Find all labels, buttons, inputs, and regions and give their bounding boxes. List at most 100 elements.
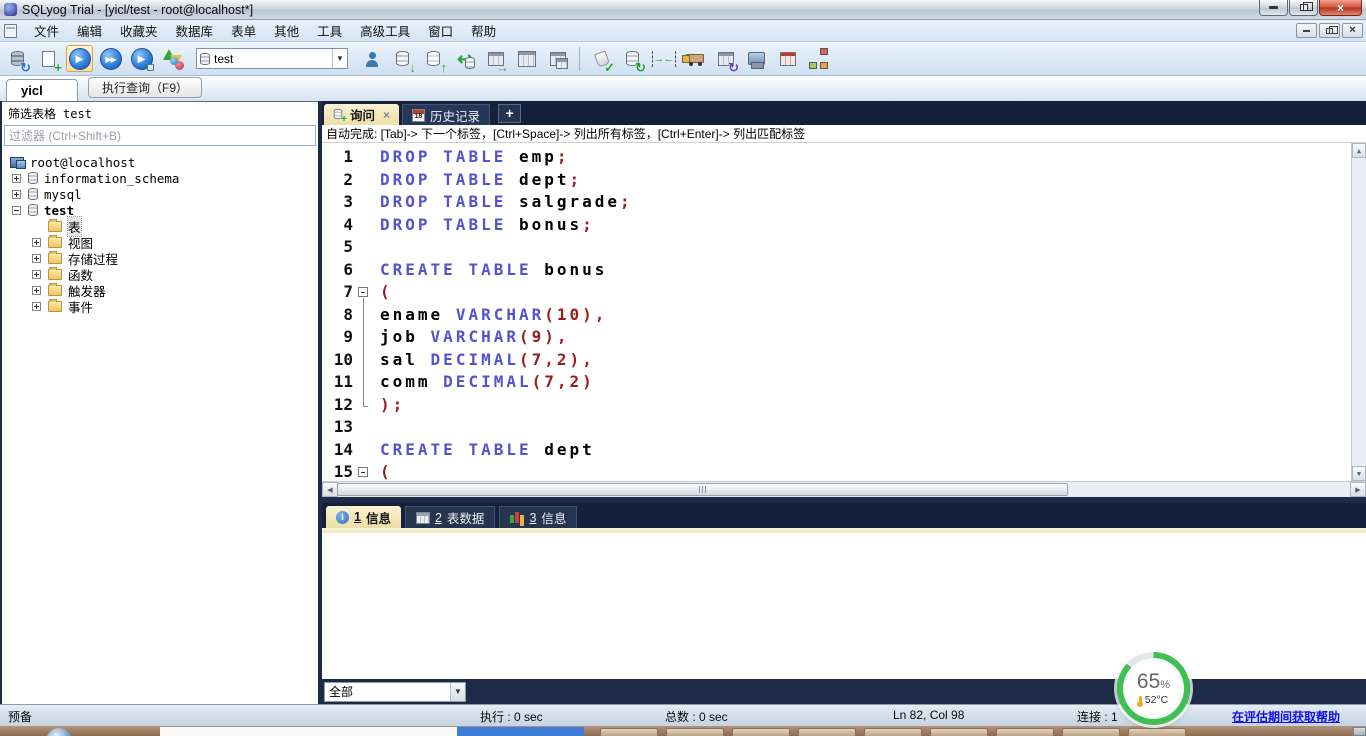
tab-history[interactable]: 18 历史记录 [402,104,491,125]
job-manager-icon[interactable] [743,45,770,72]
taskbar[interactable] [0,726,1366,736]
code-line[interactable]: CREATE TABLE bonus [380,259,1366,282]
import-data-icon[interactable]: ↓ [389,45,416,74]
tree-label[interactable]: root@localhost [30,155,135,170]
execute-current-icon[interactable]: ▶ [128,45,155,72]
taskbar-button[interactable] [798,728,856,736]
scroll-up-icon[interactable]: ▲ [1352,143,1366,158]
scroll-left-icon[interactable]: ◀ [322,482,338,497]
tree-expander[interactable] [12,173,21,183]
menu-item[interactable]: 编辑 [68,19,111,42]
chevron-down-icon[interactable]: ▼ [450,682,465,701]
result-tab-2[interactable]: 2 表数据 [404,506,496,528]
close-tab-icon[interactable]: × [383,108,390,122]
chevron-down-icon[interactable]: ▼ [332,49,347,68]
menu-item[interactable]: 工具 [308,19,351,42]
database-selector[interactable]: test ▼ [196,48,348,69]
taskbar-button[interactable] [732,728,790,736]
data-grid-icon[interactable] [513,45,540,72]
user-manager-icon[interactable] [358,45,385,72]
tree-label[interactable]: information_schema [44,171,179,186]
menu-item[interactable]: 数据库 [167,19,223,42]
code-line[interactable]: DROP TABLE emp; [380,146,1366,169]
result-tab-3[interactable]: 3 信息 [499,506,578,528]
mdi-close-button[interactable]: × [1342,23,1363,38]
editor-horizontal-scrollbar[interactable]: ◀ ▶ [322,481,1366,497]
close-button[interactable]: × [1319,0,1362,16]
tree-expander[interactable] [32,253,41,263]
menu-item[interactable]: 帮助 [462,19,505,42]
mdi-restore-button[interactable] [1319,23,1340,38]
tree-expander[interactable] [12,189,21,199]
code-line[interactable]: ( [380,461,1366,481]
tree-row[interactable]: 视图 [2,234,318,251]
tree-row[interactable]: 触发器 [2,282,318,299]
scroll-down-icon[interactable]: ▼ [1352,466,1366,481]
execute-all-icon[interactable]: ▶▶ [97,45,124,72]
menu-item[interactable]: 窗口 [419,19,462,42]
query-builder-icon[interactable] [774,45,801,72]
code-line[interactable]: ename VARCHAR(10), [380,304,1366,327]
tree-label[interactable]: mysql [44,187,82,202]
minimize-button[interactable] [1259,0,1288,16]
code-line[interactable]: DROP TABLE bonus; [380,214,1366,237]
tree-expander[interactable] [32,237,41,247]
code-line[interactable]: comm DECIMAL(7,2) [380,371,1366,394]
tab-query[interactable]: + 询问 × [324,104,400,125]
code-line[interactable]: DROP TABLE dept; [380,169,1366,192]
scrollbar-thumb[interactable] [337,483,1068,496]
new-query-icon[interactable]: + [35,45,62,74]
code-line[interactable]: DROP TABLE salgrade; [380,191,1366,214]
scroll-right-icon[interactable]: ▶ [1350,482,1366,497]
refresh-database-icon[interactable]: ↻ [619,45,646,74]
tree-expander[interactable] [32,285,41,295]
format-sql-icon[interactable] [159,45,186,72]
taskbar-button[interactable] [864,728,922,736]
tree-expander[interactable] [32,301,41,311]
tree-row[interactable]: 存储过程 [2,250,318,267]
code-line[interactable]: sal DECIMAL(7,2), [380,349,1366,372]
taskbar-active-window[interactable] [160,727,457,736]
code-line[interactable]: ); [380,394,1366,417]
tree-label[interactable]: 事件 [68,297,93,316]
menu-item[interactable]: 表单 [222,19,265,42]
taskbar-selection[interactable] [457,727,584,736]
data-migration-icon[interactable] [681,45,708,72]
taskbar-button[interactable] [930,728,988,736]
tree-row[interactable]: test [2,202,318,218]
export-data-icon[interactable]: ↑ [420,45,447,74]
tree-row[interactable]: information_schema [2,170,318,186]
execute-query-icon[interactable]: ▶ [66,45,93,72]
connection-tab-yicl[interactable]: yicl [6,79,78,101]
result-tab-1[interactable]: i 1 信息 [326,506,401,528]
editor-vertical-scrollbar[interactable]: ▲ ▼ [1351,143,1366,481]
tree-row[interactable]: 事件 [2,297,318,316]
taskbar-button[interactable] [600,728,658,736]
code-line[interactable] [380,416,1366,439]
sql-editor[interactable]: 1 2 3 4 5 6 7 8 9 10 11 12 13 14 15 DROP TABLE emp; DRO… [322,143,1366,481]
code-line[interactable]: job VARCHAR(9), [380,326,1366,349]
taskbar-button[interactable] [666,728,724,736]
menu-item[interactable]: 高级工具 [351,19,419,42]
tree-row[interactable]: 表 [2,215,318,237]
start-orb-icon[interactable] [46,728,72,736]
new-connection-icon[interactable]: ↻ [4,45,31,74]
tree-expander[interactable] [32,269,41,279]
flush-icon[interactable]: ✓ [588,45,615,74]
code-line[interactable]: ( [380,281,1366,304]
tree-label[interactable]: test [44,203,74,218]
restore-button[interactable] [1289,0,1318,16]
objects-browser-icon[interactable] [544,45,571,72]
restore-backup-icon[interactable]: ↩ [451,45,478,72]
taskbar-button[interactable] [996,728,1054,736]
sql-code[interactable]: DROP TABLE emp; DROP TABLE dept; DROP TABL… [372,143,1366,481]
fold-marker[interactable] [356,281,372,304]
show-desktop-button[interactable] [1353,727,1366,736]
menu-item[interactable]: 文件 [25,19,68,42]
code-line[interactable]: CREATE TABLE dept [380,439,1366,462]
mdi-minimize-button[interactable] [1296,23,1317,38]
taskbar-button[interactable] [1128,728,1186,736]
menu-item[interactable]: 收藏夹 [111,19,167,42]
message-filter-dropdown[interactable]: 全部 ▼ [324,681,466,702]
tree-row[interactable]: 函数 [2,266,318,283]
